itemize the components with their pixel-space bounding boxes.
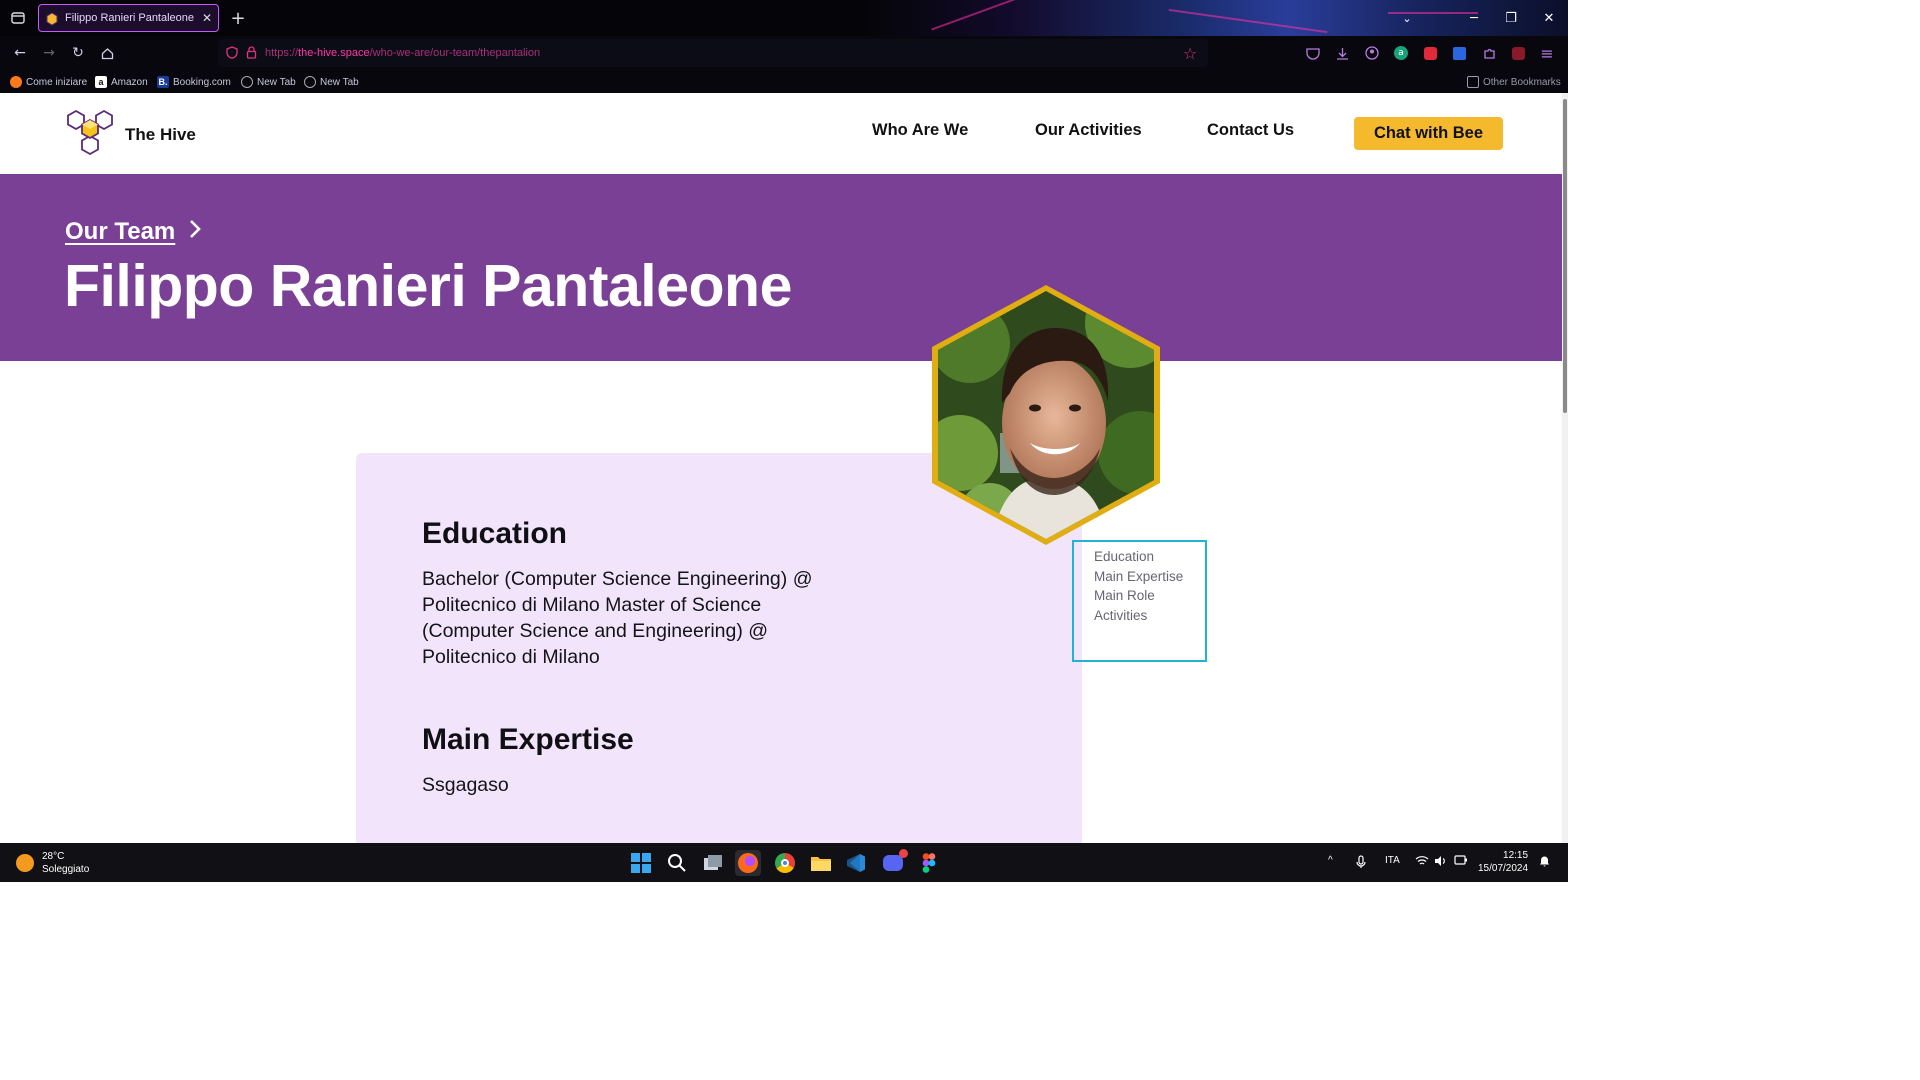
extension-red-icon[interactable] xyxy=(1421,44,1439,62)
volume-icon[interactable] xyxy=(1434,855,1447,870)
url-text: https://the-hive.space/who-we-are/our-te… xyxy=(265,47,541,59)
amazon-icon: a xyxy=(95,76,107,88)
file-explorer-icon[interactable] xyxy=(808,850,834,876)
scrollbar-thumb[interactable] xyxy=(1563,99,1567,413)
language-indicator[interactable]: ITA xyxy=(1385,855,1400,866)
home-icon[interactable] xyxy=(95,42,119,64)
figma-icon[interactable] xyxy=(916,850,942,876)
notification-bell-icon[interactable] xyxy=(1539,855,1550,870)
nav-contact-us[interactable]: Contact Us xyxy=(1207,121,1294,140)
tab-list-button[interactable] xyxy=(6,6,30,30)
weather-condition: Soleggiato xyxy=(42,864,90,875)
toc-item-education[interactable]: Education xyxy=(1094,547,1205,567)
breadcrumb-our-team-link[interactable]: Our Team xyxy=(65,218,175,246)
extension-a-icon[interactable]: a xyxy=(1392,44,1410,62)
page-title: Filippo Ranieri Pantaleone xyxy=(64,253,792,319)
bookmark-item[interactable]: Come iniziare xyxy=(10,74,87,90)
toc-item-activities[interactable]: Activities xyxy=(1094,606,1205,626)
globe-icon xyxy=(304,76,316,88)
wifi-icon[interactable] xyxy=(1415,855,1429,869)
chrome-icon[interactable] xyxy=(772,850,798,876)
clock-date: 15/07/2024 xyxy=(1478,863,1529,874)
globe-icon xyxy=(241,76,253,88)
main-expertise-text: Ssgagaso xyxy=(422,774,509,796)
address-bar[interactable]: https://the-hive.space/who-we-are/our-te… xyxy=(218,39,1208,67)
web-page: The Hive Who Are We Our Activities Conta… xyxy=(0,93,1568,843)
menu-icon[interactable]: ≡ xyxy=(1538,44,1556,63)
chevron-right-icon xyxy=(189,219,202,245)
bookmark-item[interactable]: New Tab xyxy=(241,74,296,90)
hero-banner: Our Team Filippo Ranieri Pantaleone xyxy=(0,174,1568,361)
browser-toolbar: ← → ↻ https://the-hive.space/who-we-are/… xyxy=(0,36,1568,70)
forward-arrow-icon[interactable]: → xyxy=(37,42,61,64)
back-arrow-icon[interactable]: ← xyxy=(8,42,32,64)
pocket-icon[interactable] xyxy=(1304,44,1322,62)
site-header: The Hive Who Are We Our Activities Conta… xyxy=(0,93,1568,174)
tab-title: Filippo Ranieri Pantaleone | Team xyxy=(65,12,196,24)
active-tab[interactable]: Filippo Ranieri Pantaleone | Team ✕ xyxy=(38,4,219,32)
close-tab-icon[interactable]: ✕ xyxy=(202,11,212,25)
bookmark-star-icon[interactable]: ☆ xyxy=(1181,44,1199,63)
folder-icon xyxy=(1467,76,1479,88)
education-text: Bachelor (Computer Science Engineering) … xyxy=(422,568,813,668)
ublock-icon[interactable] xyxy=(1509,44,1527,62)
lock-icon[interactable] xyxy=(246,44,257,63)
tab-bar: Filippo Ranieri Pantaleone | Team ✕ + ⌄ … xyxy=(0,0,1568,36)
battery-icon[interactable] xyxy=(1454,855,1468,868)
tray-chevron-up-icon[interactable]: ^ xyxy=(1328,855,1333,866)
downloads-icon[interactable] xyxy=(1333,44,1351,62)
system-clock[interactable]: 12:15 15/07/2024 xyxy=(1478,849,1528,875)
vscode-icon[interactable] xyxy=(843,850,869,876)
minimize-button[interactable]: ─ xyxy=(1455,0,1493,36)
chat-with-bee-button[interactable]: Chat with Bee xyxy=(1354,117,1503,150)
table-of-contents: Education Main Expertise Main Role Activ… xyxy=(1072,540,1207,662)
extension-blue-icon[interactable] xyxy=(1450,44,1468,62)
task-view-icon[interactable] xyxy=(700,850,726,876)
other-bookmarks[interactable]: Other Bookmarks xyxy=(1467,74,1561,90)
close-window-button[interactable]: ✕ xyxy=(1530,0,1568,36)
discord-icon[interactable] xyxy=(880,849,908,876)
search-icon[interactable] xyxy=(664,850,690,876)
main-expertise-heading: Main Expertise xyxy=(422,723,634,756)
firefox-icon xyxy=(10,76,22,88)
microphone-icon[interactable] xyxy=(1356,855,1366,872)
sun-icon xyxy=(16,854,34,872)
nav-who-are-we[interactable]: Who Are We xyxy=(872,121,968,140)
weather-widget[interactable]: 28°C Soleggiato xyxy=(16,850,89,876)
education-heading: Education xyxy=(422,517,568,550)
page-scrollbar[interactable] xyxy=(1562,93,1568,843)
booking-icon: B. xyxy=(157,76,169,88)
toc-item-main-role[interactable]: Main Role xyxy=(1094,586,1205,606)
windows-start-icon[interactable] xyxy=(628,850,654,876)
bookmark-item[interactable]: a Amazon xyxy=(95,74,148,90)
windows-taskbar: 28°C Soleggiato ^ ITA 12:15 15/07/2024 xyxy=(0,843,1568,882)
nav-our-activities[interactable]: Our Activities xyxy=(1035,121,1142,140)
account-icon[interactable] xyxy=(1363,44,1381,62)
hive-logo-icon xyxy=(65,109,115,161)
temperature: 28°C xyxy=(42,851,65,862)
tab-overflow-icon[interactable]: ⌄ xyxy=(1388,0,1426,36)
firefox-taskbar-icon[interactable] xyxy=(735,850,761,876)
reload-icon[interactable]: ↻ xyxy=(66,42,90,64)
restore-button[interactable]: ❐ xyxy=(1492,0,1530,36)
site-logo[interactable]: The Hive xyxy=(65,109,196,161)
extensions-puzzle-icon[interactable] xyxy=(1480,44,1498,62)
clock-time: 12:15 xyxy=(1503,850,1529,861)
hive-favicon-icon xyxy=(45,11,59,26)
site-name: The Hive xyxy=(125,125,196,144)
shield-icon[interactable] xyxy=(226,44,238,63)
bookmark-item[interactable]: B. Booking.com xyxy=(157,74,231,90)
bookmark-item[interactable]: New Tab xyxy=(304,74,359,90)
toc-item-main-expertise[interactable]: Main Expertise xyxy=(1094,567,1205,587)
bookmarks-bar: Come iniziare a Amazon B. Booking.com New … xyxy=(0,70,1568,93)
new-tab-button[interactable]: + xyxy=(228,6,248,30)
breadcrumb: Our Team xyxy=(65,218,202,246)
profile-photo xyxy=(930,283,1162,547)
